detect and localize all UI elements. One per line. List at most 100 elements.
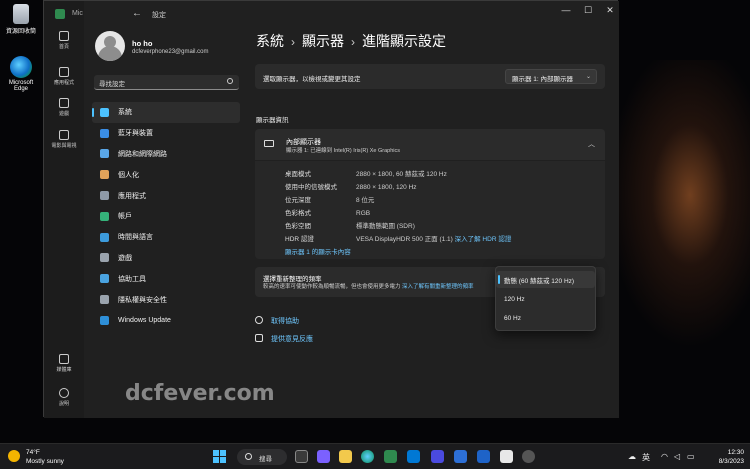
breadcrumb: 系統 › 顯示器 › 進階顯示設定 <box>256 31 446 51</box>
edge-label: Microsoft Edge <box>8 80 34 92</box>
rail-item-library[interactable]: 媒體庫 <box>44 354 84 373</box>
chevron-down-icon: ⌄ <box>585 74 591 80</box>
search-icon <box>245 453 252 460</box>
sidebar-item[interactable]: 系統 <box>92 102 240 123</box>
teams-icon[interactable] <box>317 450 330 463</box>
info-value: 2880 × 1800, 60 赫茲或 120 Hz <box>356 171 447 178</box>
refresh-option-60[interactable]: 60 Hz <box>496 311 595 328</box>
sidebar-item[interactable]: 時間與語言 <box>92 227 240 248</box>
settings-window: 首頁 應用程式 遊戲 電影與電視 媒體庫 說明 ← 設定 — ☐ ✕ Mic h… <box>43 0 619 418</box>
rail-item-movies[interactable]: 電影與電視 <box>44 130 84 149</box>
file-explorer-icon[interactable] <box>339 450 352 463</box>
battery-icon[interactable]: ▭ <box>687 452 695 461</box>
help-icon <box>59 388 69 398</box>
refresh-desc-text: 較高的速率可使動作較為順暢流暢，但也會使用更多電力 <box>263 284 401 290</box>
nav-icon <box>100 295 109 305</box>
recycle-bin-label: 資源回收筒 <box>5 29 36 35</box>
rail-item-home[interactable]: 首頁 <box>44 31 84 50</box>
display-dropdown[interactable]: 顯示器 1: 內部顯示器 ⌄ <box>505 69 597 84</box>
cloud-icon[interactable]: ☁ <box>628 452 636 461</box>
rail-item-help[interactable]: 說明 <box>44 388 84 407</box>
sidebar-item-label: 帳戶 <box>118 213 132 221</box>
sidebar-item[interactable]: 應用程式 <box>92 185 240 206</box>
sidebar-item[interactable]: 遊戲 <box>92 248 240 269</box>
page-title: 進階顯示設定 <box>362 33 446 49</box>
taskbar-search-label: 搜尋 <box>259 456 272 463</box>
edge-taskbar-icon[interactable] <box>361 450 374 463</box>
display-select-card: 選取顯示器，以檢視或變更其設定 顯示器 1: 內部顯示器 ⌄ <box>255 64 605 89</box>
maximize-icon[interactable]: ☐ <box>576 5 600 16</box>
watermark: dcfever.com <box>125 381 275 406</box>
sidebar-item-label: 隱私權與安全性 <box>118 296 167 304</box>
back-arrow-icon[interactable]: ← <box>132 8 142 19</box>
refresh-option-120[interactable]: 120 Hz <box>496 292 595 309</box>
wifi-icon[interactable]: ◠ <box>661 452 668 461</box>
app-icon[interactable] <box>500 450 513 463</box>
chevron-up-icon[interactable]: ︿ <box>588 139 595 149</box>
breadcrumb-display[interactable]: 顯示器 <box>302 33 344 49</box>
mail-icon[interactable] <box>407 450 420 463</box>
store-icon[interactable] <box>384 450 397 463</box>
app-icon[interactable] <box>477 450 490 463</box>
info-key: HDR 認證 <box>285 236 314 243</box>
display-info-subtitle: 顯示器 1: 已連線到 Intel(R) Iris(R) Xe Graphics <box>286 148 400 154</box>
nav-icon <box>100 170 109 180</box>
ime-indicator[interactable]: 英 <box>642 452 650 463</box>
photos-icon[interactable] <box>454 450 467 463</box>
volume-icon[interactable]: ◁ <box>674 452 680 461</box>
feedback-link[interactable]: 提供意見反應 <box>255 334 313 344</box>
rail-item-apps[interactable]: 應用程式 <box>44 67 84 86</box>
get-help-link[interactable]: 取得協助 <box>255 316 299 326</box>
breadcrumb-separator: › <box>351 35 355 49</box>
display-info-body: 桌面模式 2880 × 1800, 60 赫茲或 120 Hz 使用中的信號模式 2… <box>255 161 605 259</box>
display-select-label: 選取顯示器，以檢視或變更其設定 <box>263 76 361 83</box>
sidebar-item[interactable]: 隱私權與安全性 <box>92 289 240 310</box>
rail-label: 說明 <box>58 401 69 407</box>
avatar[interactable] <box>95 31 125 61</box>
refresh-option-dynamic[interactable]: 動態 (60 赫茲或 120 Hz) <box>496 271 595 288</box>
info-value: 標準動態範圍 (SDR) <box>356 223 415 230</box>
adapter-properties-link[interactable]: 顯示器 1 的顯示卡內容 <box>285 246 351 256</box>
breadcrumb-system[interactable]: 系統 <box>256 33 284 49</box>
rail-label: 媒體庫 <box>56 367 72 373</box>
refresh-rate-dropdown-menu: 動態 (60 赫茲或 120 Hz) 120 Hz 60 Hz <box>495 266 596 331</box>
minimize-icon[interactable]: — <box>554 5 578 15</box>
taskbar-search[interactable]: 搜尋 <box>237 449 287 465</box>
info-key: 位元深度 <box>285 197 311 204</box>
nav-icon <box>100 253 109 263</box>
close-icon[interactable]: ✕ <box>598 5 622 16</box>
sidebar-item[interactable]: 帳戶 <box>92 206 240 227</box>
sidebar-item-label: 遊戲 <box>118 254 132 262</box>
start-button[interactable] <box>213 450 227 464</box>
sidebar-item[interactable]: 網路和網際網路 <box>92 144 240 165</box>
desktop-recycle-bin[interactable]: 資源回收筒 <box>2 4 40 35</box>
info-key: 色彩空間 <box>285 223 311 230</box>
desktop-edge[interactable]: Microsoft Edge <box>2 56 40 92</box>
info-row: HDR 認證 VESA DisplayHDR 500 正面 (1.1) 深入了解 … <box>285 233 511 243</box>
sidebar-item[interactable]: 個人化 <box>92 164 240 185</box>
clock[interactable]: 12:30 8/3/2023 <box>702 448 744 466</box>
rail-item-games[interactable]: 遊戲 <box>44 98 84 117</box>
breadcrumb-separator: › <box>291 35 295 49</box>
user-email: dcfeverphone23@gmail.com <box>132 49 209 55</box>
refresh-learn-more-link[interactable]: 深入了解有關重新整理的頻率 <box>402 284 474 290</box>
gamepad-icon <box>59 98 69 108</box>
search-icon <box>227 78 233 84</box>
sidebar-item[interactable]: 協助工具 <box>92 268 240 289</box>
weather-widget[interactable]: 74°F Mostly sunny <box>26 448 64 466</box>
edge-icon <box>10 56 32 78</box>
sidebar-item-label: 個人化 <box>118 171 139 179</box>
settings-gear-icon[interactable] <box>522 450 535 463</box>
info-value: VESA DisplayHDR 500 正面 (1.1) <box>356 236 453 243</box>
task-view-icon[interactable] <box>295 450 308 463</box>
sidebar-item[interactable]: 藍牙與裝置 <box>92 123 240 144</box>
search-input[interactable]: 尋找設定 <box>94 75 239 90</box>
sidebar-item-label: Windows Update <box>118 316 171 324</box>
get-help-label: 取得協助 <box>271 318 299 325</box>
hdr-learn-more-link[interactable]: 深入了解 HDR 認證 <box>455 236 512 243</box>
sidebar-item[interactable]: Windows Update <box>92 310 240 331</box>
weather-temp: 74°F <box>26 449 40 456</box>
media-icon[interactable] <box>431 450 444 463</box>
library-icon <box>59 354 69 364</box>
display-info-header[interactable]: 內部顯示器 顯示器 1: 已連線到 Intel(R) Iris(R) Xe Gr… <box>255 129 605 160</box>
